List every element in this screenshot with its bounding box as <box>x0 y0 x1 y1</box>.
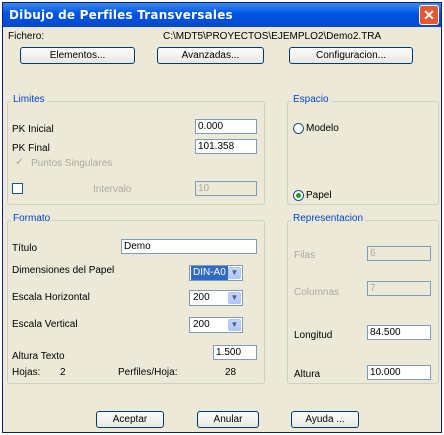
columnas-label: Columnas <box>294 287 340 298</box>
chevron-down-icon[interactable]: ▼ <box>228 267 241 279</box>
altura-label: Altura <box>294 369 321 380</box>
papel-radio[interactable] <box>293 190 304 201</box>
espacio-group-title: Espacio <box>291 94 331 105</box>
dialog-window: Dibujo de Perfiles Transversales ✕ Fiche… <box>2 2 442 433</box>
longitud-input[interactable]: 84.500 <box>367 325 431 340</box>
pk-inicial-label: PK Inicial <box>12 124 54 135</box>
perfiles-hoja-label: Perfiles/Hoja: <box>118 367 178 378</box>
limites-group-title: Limites <box>11 94 47 105</box>
chevron-down-icon[interactable]: ▼ <box>228 292 241 304</box>
perfiles-hoja-value: 28 <box>225 367 237 378</box>
escala-horizontal-label: Escala Horizontal <box>12 292 90 303</box>
modelo-radio[interactable] <box>293 123 304 134</box>
escala-horizontal-select[interactable]: 200 ▼ <box>189 290 243 306</box>
configuracion-button[interactable]: Configuracion... <box>289 47 413 64</box>
dimensiones-value: DIN-A0 <box>191 266 228 280</box>
escala-vertical-label: Escala Vertical <box>12 319 78 330</box>
dimensiones-label: Dimensiones del Papel <box>12 265 115 276</box>
avanzadas-button[interactable]: Avanzadas... <box>157 47 264 64</box>
radio-selected-dot <box>296 193 301 198</box>
escala-vertical-value: 200 <box>193 319 210 330</box>
elementos-button[interactable]: Elementos... <box>20 47 135 64</box>
pk-final-input[interactable]: 101.358 <box>195 139 257 154</box>
aceptar-button[interactable]: Aceptar <box>96 411 164 428</box>
longitud-label: Longitud <box>294 330 333 341</box>
escala-vertical-select[interactable]: 200 ▼ <box>189 317 243 333</box>
window-title: Dibujo de Perfiles Transversales <box>9 8 233 22</box>
filas-label: Filas <box>294 250 316 261</box>
puntos-singulares-checkbox[interactable]: ✓ <box>15 156 26 169</box>
chevron-down-icon[interactable]: ▼ <box>228 319 241 331</box>
modelo-label: Modelo <box>306 123 339 134</box>
intervalo-checkbox[interactable] <box>12 183 23 194</box>
escala-horizontal-value: 200 <box>193 292 210 303</box>
intervalo-input[interactable]: 10 <box>195 181 257 196</box>
formato-group-title: Formato <box>11 213 53 224</box>
titulo-input[interactable]: Demo <box>121 239 257 254</box>
title-bar[interactable]: Dibujo de Perfiles Transversales ✕ <box>3 3 441 27</box>
dimensiones-select[interactable]: DIN-A0 ▼ <box>189 265 243 281</box>
ayuda-button[interactable]: Ayuda ... <box>291 411 359 428</box>
puntos-singulares-label: Puntos Singulares <box>31 158 113 169</box>
hojas-label: Hojas: <box>12 367 41 378</box>
pk-inicial-input[interactable]: 0.000 <box>195 119 257 134</box>
papel-label: Papel <box>306 190 332 201</box>
anular-button[interactable]: Anular <box>197 411 259 428</box>
representacion-group <box>287 220 439 384</box>
titulo-label: Título <box>12 243 38 254</box>
fichero-path: C:\MDT5\PROYECTOS\EJEMPLO2\Demo2.TRA <box>163 31 382 42</box>
altura-input[interactable]: 10.000 <box>367 365 431 380</box>
close-icon[interactable]: ✕ <box>419 5 439 25</box>
check-mark-icon: ✓ <box>15 156 25 168</box>
fichero-label: Fichero: <box>8 31 45 42</box>
intervalo-label: Intervalo <box>93 184 132 195</box>
representacion-group-title: Representacion <box>291 213 366 224</box>
filas-input[interactable]: 6 <box>367 246 431 261</box>
altura-texto-label: Altura Texto <box>12 351 65 362</box>
pk-final-label: PK Final <box>12 143 50 154</box>
altura-texto-input[interactable]: 1.500 <box>213 345 257 360</box>
columnas-input[interactable]: 7 <box>367 281 431 296</box>
hojas-value: 2 <box>60 367 66 378</box>
